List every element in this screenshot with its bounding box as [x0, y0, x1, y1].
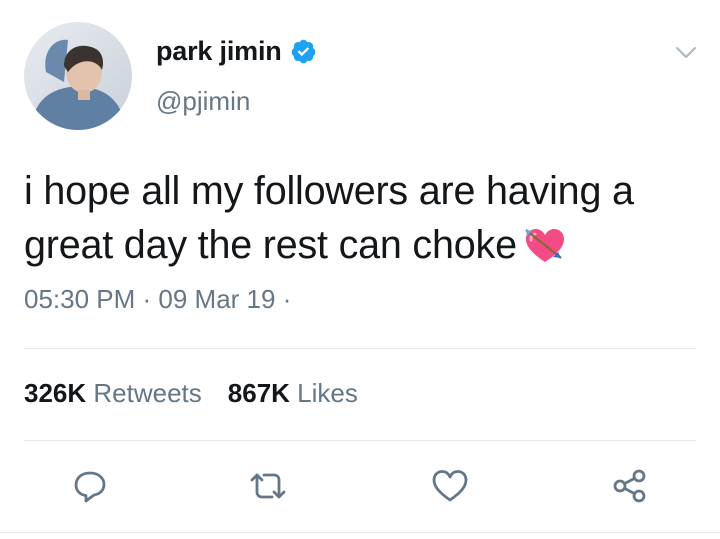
likes-label: Likes — [297, 378, 358, 408]
retweet-button[interactable] — [246, 464, 290, 508]
divider — [24, 440, 696, 441]
username-handle[interactable]: @pjimin — [156, 86, 250, 117]
tweet-time: 05:30 PM — [24, 284, 136, 314]
retweet-icon — [250, 473, 286, 499]
reply-icon — [74, 471, 106, 503]
meta-separator: · — [135, 284, 159, 314]
tweet-date: 09 Mar 19 — [158, 284, 276, 314]
like-button[interactable] — [428, 464, 472, 508]
verified-badge-icon — [291, 39, 315, 64]
display-name[interactable]: park jimin — [156, 36, 282, 67]
heart-with-arrow-emoji — [525, 229, 564, 262]
likes-count: 867K — [227, 378, 290, 408]
avatar[interactable] — [24, 22, 132, 130]
engagement-stats: 326K Retweets 867K Likes — [24, 378, 358, 409]
divider — [24, 348, 696, 349]
share-icon — [613, 469, 646, 503]
share-button[interactable] — [608, 464, 652, 508]
retweets-count: 326K — [24, 378, 87, 408]
likes-stat[interactable]: 867K Likes — [228, 378, 358, 409]
bottom-divider — [0, 532, 720, 533]
like-icon — [432, 470, 468, 502]
retweets-label: Retweets — [93, 378, 202, 408]
chevron-down-icon[interactable] — [674, 40, 698, 64]
tweet-text: i hope all my followers are having a gre… — [24, 164, 714, 272]
action-bar — [0, 464, 720, 512]
retweets-stat[interactable]: 326K Retweets — [24, 378, 202, 409]
meta-separator-trailing: · — [275, 284, 299, 314]
reply-button[interactable] — [68, 464, 112, 508]
tweet-timestamp[interactable]: 05:30 PM · 09 Mar 19 · — [24, 284, 299, 315]
